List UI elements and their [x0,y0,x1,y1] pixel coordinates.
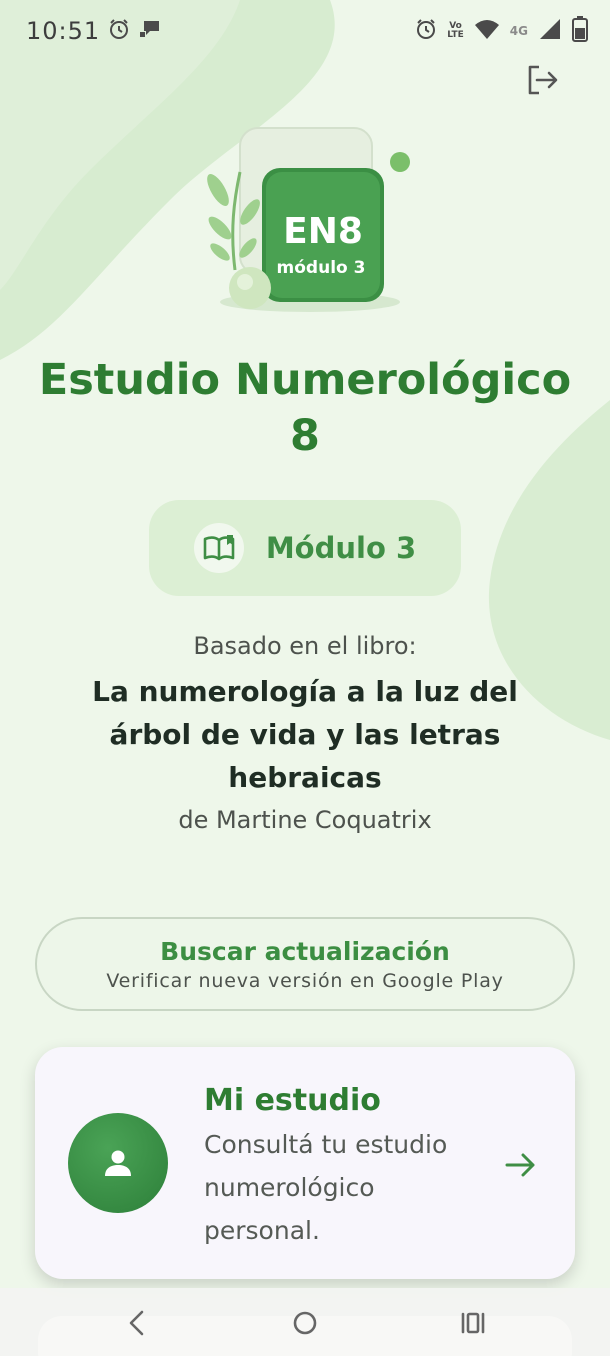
status-left: 10:51 [26,17,162,45]
study-desc-line1: Consultá tu estudio [204,1130,448,1159]
book-title-line2: árbol de vida y las letras [109,718,501,751]
book-author: de Martine Coquatrix [178,806,432,834]
alarm-icon [415,18,437,44]
volte-bottom: LTE [447,30,464,40]
app-title: Estudio Numerológico 8 [30,352,580,464]
study-desc-line3: personal. [204,1216,320,1245]
update-title: Buscar actualización [160,936,450,966]
person-icon [68,1113,168,1213]
book-title-line1: La numerología a la luz del [92,675,518,708]
home-button[interactable] [285,1306,325,1340]
wifi-icon [474,18,500,44]
message-icon [138,18,162,44]
app-title-line1: Estudio Numerológico [38,355,572,405]
logout-icon [528,65,558,95]
book-icon [193,523,244,573]
status-right: Vo LTE 4G [415,16,588,46]
logout-button[interactable] [524,62,560,98]
arrow-right-icon[interactable] [501,1145,541,1185]
book-title: La numerología a la luz del árbol de vid… [60,670,550,799]
recents-button[interactable] [453,1306,493,1340]
app-title-line2: 8 [290,411,320,461]
hero-badge-subtitle: módulo 3 [277,258,366,278]
alarm-icon [108,18,130,44]
battery-icon [572,16,588,46]
network-type: 4G [509,24,528,38]
study-title: Mi estudio [204,1083,381,1118]
status-bar: 10:51 Vo LTE 4G [0,0,610,62]
book-intro: Basado en el libro: [193,632,417,660]
back-button[interactable] [117,1306,157,1340]
update-subtitle: Verificar nueva versión en Google Play [106,969,504,992]
study-description: Consultá tu estudio numerológico persona… [204,1123,484,1252]
book-title-line3: hebraicas [228,761,382,794]
study-desc-line2: numerológico [204,1173,375,1202]
signal-icon [538,17,562,45]
module-chip: Módulo 3 [149,500,461,596]
status-time: 10:51 [26,17,101,45]
module-label: Módulo 3 [265,531,417,565]
volte-icon: Vo LTE [447,22,464,40]
home-icon [293,1311,317,1335]
back-icon [129,1310,144,1336]
recents-icon [461,1312,485,1334]
my-study-card[interactable]: Mi estudio Consultá tu estudio numerológ… [35,1047,575,1279]
check-update-button[interactable]: Buscar actualización Verificar nueva ver… [35,917,575,1011]
hero-badge-title: EN8 [283,211,363,252]
hero-illustration: EN8 módulo 3 [207,127,410,312]
